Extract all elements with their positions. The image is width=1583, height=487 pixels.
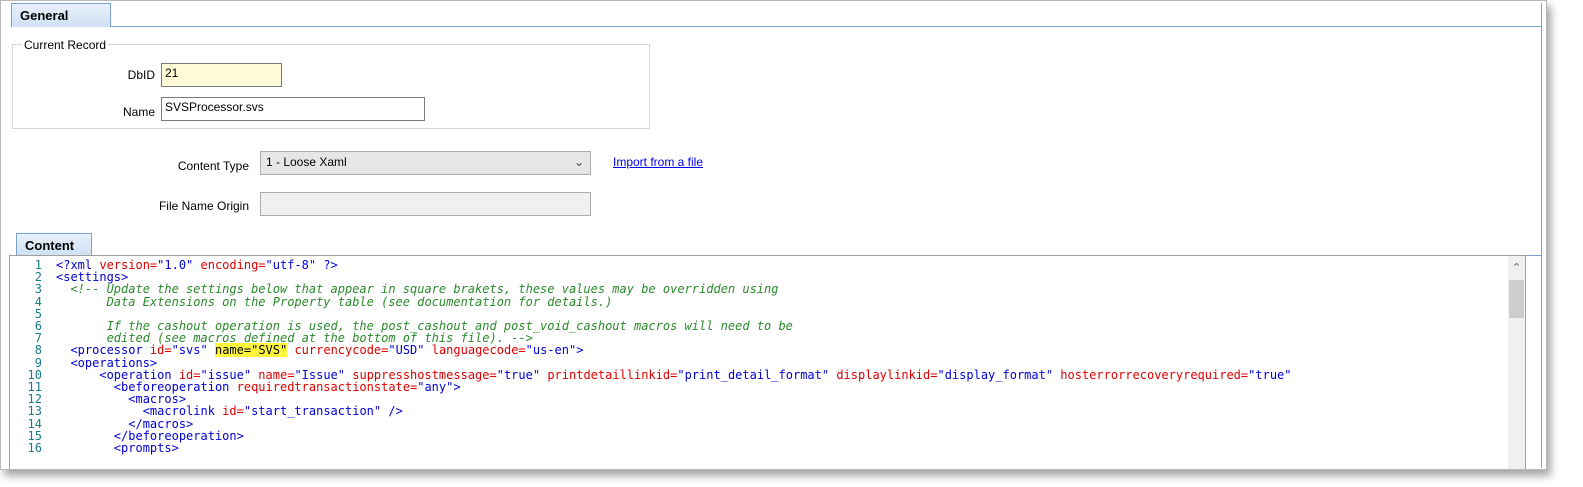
file-name-origin-label: File Name Origin xyxy=(158,199,249,213)
code-line: <processor id="svs" name="SVS" currencyc… xyxy=(56,343,584,358)
code-token: "print_detail_format" xyxy=(677,367,830,382)
import-from-file-link[interactable]: Import from a file xyxy=(613,155,703,169)
code-token: "utf-8" xyxy=(265,258,317,272)
content-type-label: Content Type xyxy=(177,159,249,173)
line-number: 12 xyxy=(27,392,42,407)
line-number: 6 xyxy=(34,319,42,333)
code-line: </beforeoperation> xyxy=(56,430,244,442)
code-token: "true" xyxy=(1248,367,1292,382)
code-token: Data Extensions on the Property table (s… xyxy=(56,294,613,309)
line-number: 2 xyxy=(34,270,42,285)
code-line: <operations> xyxy=(56,357,157,369)
code-line: <settings> xyxy=(56,271,128,283)
line-number: 7 xyxy=(34,331,42,346)
content-type-select[interactable]: 1 - Loose Xaml ⌄ xyxy=(260,151,591,175)
line-number: 13 xyxy=(27,404,42,419)
line-number: 9 xyxy=(34,355,42,370)
dbid-label: DbID xyxy=(127,68,155,82)
line-number: 11 xyxy=(27,380,42,394)
line-number: 15 xyxy=(27,428,42,443)
code-token: requiredtransactionstate= xyxy=(229,380,418,394)
scroll-up-icon[interactable]: ⌃ xyxy=(1508,261,1525,274)
code-token: /> xyxy=(381,404,403,419)
line-number: 16 xyxy=(27,441,42,455)
code-token: ?> xyxy=(316,258,338,272)
name-field[interactable]: SVSProcessor.svs xyxy=(161,97,425,121)
code-line: <operation id="issue" name="Issue" suppr… xyxy=(56,367,1292,382)
dbid-field[interactable]: 21 xyxy=(161,63,282,87)
line-number: 4 xyxy=(34,294,42,309)
code-token: "svs" xyxy=(171,343,208,358)
tab-divider xyxy=(111,26,1541,27)
main-window: General Current Record DbID 21 Name SVSP… xyxy=(0,0,1547,470)
code-line: <?xml version="1.0" encoding="utf-8" ?> xyxy=(56,259,338,271)
code-line: <prompts> xyxy=(56,442,179,454)
scrollbar-thumb[interactable] xyxy=(1509,280,1524,318)
line-number: 3 xyxy=(34,282,42,297)
code-token: "start_transaction" xyxy=(243,404,382,419)
code-token: > xyxy=(453,380,461,394)
code-line: edited (see macros defined at the bottom… xyxy=(56,332,533,344)
panel-border xyxy=(1541,3,1542,468)
chevron-down-icon: ⌄ xyxy=(573,155,584,169)
tab-content[interactable]: Content xyxy=(16,233,92,256)
code-line: </macros> xyxy=(56,418,193,430)
tab-general[interactable]: General xyxy=(11,3,111,27)
code-line: <beforeoperation requiredtransactionstat… xyxy=(56,381,461,393)
line-number-gutter: 1 2 3 4 5 6 7 8 9 10 11 12 13 14 15 16 xyxy=(10,256,50,469)
line-number: 8 xyxy=(34,343,42,358)
code-line: <!-- Update the settings below that appe… xyxy=(56,283,778,295)
code-line: Data Extensions on the Property table (s… xyxy=(56,294,613,309)
code-token: id= xyxy=(214,404,244,419)
search-highlight: name="SVS" xyxy=(214,343,288,358)
name-label: Name xyxy=(122,105,155,119)
line-number: 5 xyxy=(34,306,42,321)
code-token: "any" xyxy=(417,380,454,394)
code-token: "us-en" xyxy=(525,343,577,358)
code-token: > xyxy=(576,343,584,358)
code-token: "display_format" xyxy=(937,367,1054,382)
content-type-value: 1 - Loose Xaml xyxy=(266,155,347,169)
vertical-scrollbar[interactable]: ⌃ xyxy=(1508,256,1525,469)
code-token: encoding= xyxy=(193,258,266,272)
code-token: "USD" xyxy=(388,343,425,358)
code-token: hosterrorrecoveryrequired= xyxy=(1053,367,1249,382)
file-name-origin-field xyxy=(260,192,591,216)
code-token: languagecode= xyxy=(424,343,526,358)
code-line: <macrolink id="start_transaction" /> xyxy=(56,405,403,417)
code-line: <macros> xyxy=(56,393,186,405)
code-token: "1.0" xyxy=(157,258,194,272)
code-token: <prompts> xyxy=(56,441,179,455)
current-record-title: Current Record xyxy=(22,38,109,52)
line-number: 14 xyxy=(27,416,42,431)
code-token: currencycode= xyxy=(287,343,389,358)
code-line: If the cashout operation is used, the po… xyxy=(56,320,793,332)
code-token: displaylinkid= xyxy=(829,367,938,382)
line-number: 1 xyxy=(34,258,42,272)
code-token: "true" xyxy=(496,367,541,382)
xml-editor[interactable]: 1 2 3 4 5 6 7 8 9 10 11 12 13 14 15 16 <?xml version="1… xyxy=(9,255,1526,469)
code-token: printdetaillinkid= xyxy=(540,367,678,382)
line-number: 10 xyxy=(27,367,42,382)
